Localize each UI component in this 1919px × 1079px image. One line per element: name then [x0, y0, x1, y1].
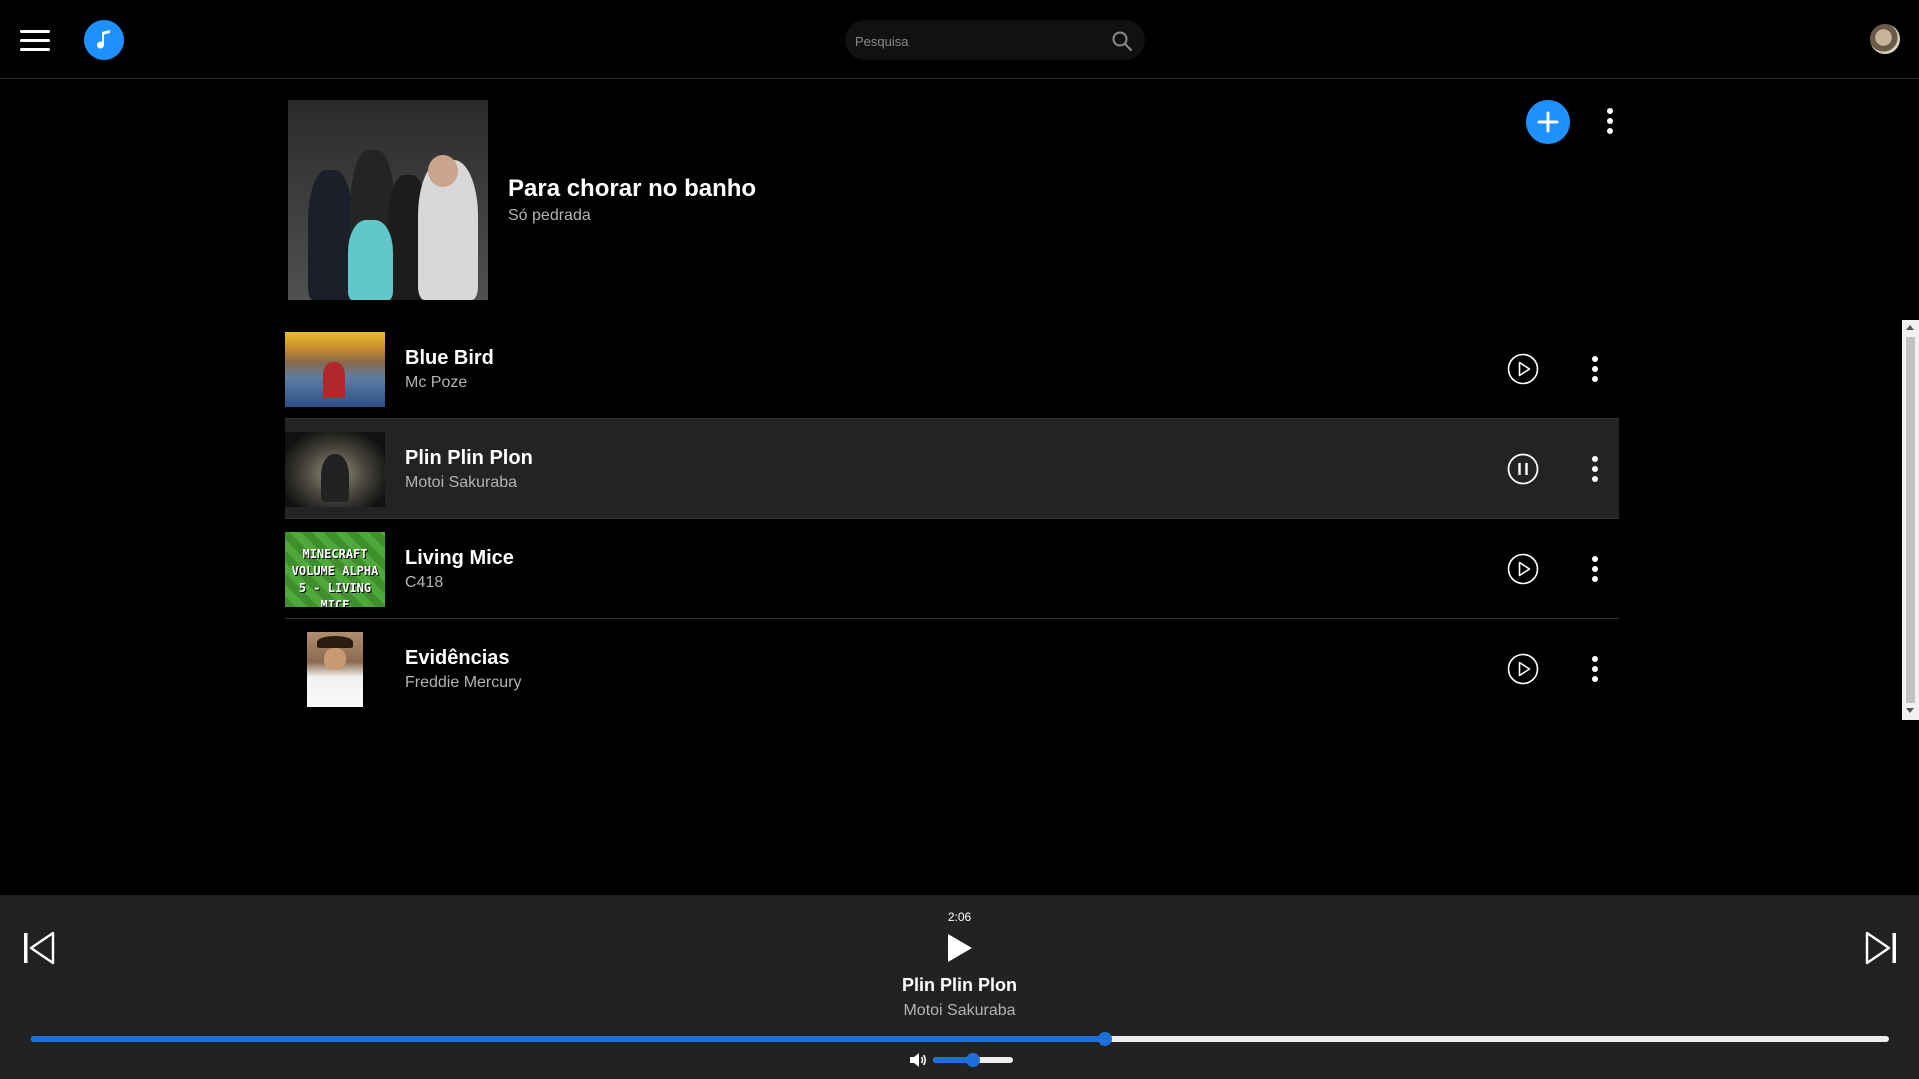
track-more-options-icon[interactable]	[1591, 456, 1599, 482]
track-artist: Freddie Mercury	[405, 674, 522, 691]
search-bar	[845, 20, 1145, 62]
progress-handle[interactable]	[1097, 1032, 1112, 1046]
scroll-down-icon[interactable]	[1906, 708, 1914, 713]
track-artist: C418	[405, 574, 444, 591]
track-row[interactable]: MINECRAFT VOLUME ALPHA 5 - LIVING MICE L…	[285, 519, 1619, 619]
play-icon[interactable]	[945, 932, 975, 964]
playlist-more-options-icon[interactable]	[1606, 108, 1614, 134]
progress-slider[interactable]	[31, 1032, 1889, 1046]
volume-icon[interactable]	[908, 1050, 928, 1070]
playlist-description: Só pedrada	[508, 207, 591, 224]
track-title: Plin Plin Plon	[405, 447, 533, 469]
now-playing-artist: Motoi Sakuraba	[903, 1002, 1016, 1019]
track-row[interactable]: Blue Bird Mc Poze	[285, 319, 1619, 419]
skip-previous-icon[interactable]	[22, 931, 56, 965]
track-row[interactable]: Plin Plin Plon Motoi Sakuraba	[285, 419, 1619, 519]
play-circle-icon[interactable]	[1507, 653, 1539, 685]
top-bar	[0, 0, 1919, 79]
track-artist: Motoi Sakuraba	[405, 474, 518, 491]
hamburger-menu-icon[interactable]	[20, 30, 50, 52]
scrollbar[interactable]	[1902, 320, 1919, 720]
playlist-title: Para chorar no banho	[508, 175, 757, 202]
track-thumbnail	[285, 432, 385, 507]
elapsed-time: 2:06	[947, 910, 972, 924]
track-more-options-icon[interactable]	[1591, 356, 1599, 382]
thumbnail-text: MINECRAFT	[302, 547, 368, 561]
track-thumbnail	[285, 332, 385, 407]
thumbnail-text: 5 - LIVING MICE	[298, 581, 372, 607]
track-title: Living Mice	[405, 547, 514, 569]
track-more-options-icon[interactable]	[1591, 656, 1599, 682]
now-playing-title: Plin Plin Plon	[901, 975, 1017, 995]
track-thumbnail	[285, 632, 385, 707]
scroll-up-icon[interactable]	[1906, 325, 1914, 330]
skip-next-icon[interactable]	[1864, 931, 1898, 965]
track-artist: Mc Poze	[405, 374, 468, 391]
volume-slider[interactable]	[933, 1053, 1013, 1067]
track-thumbnail: MINECRAFT VOLUME ALPHA 5 - LIVING MICE	[285, 532, 385, 607]
track-more-options-icon[interactable]	[1591, 556, 1599, 582]
scrollbar-thumb[interactable]	[1906, 337, 1915, 703]
track-title: Blue Bird	[405, 347, 494, 369]
play-circle-icon[interactable]	[1507, 353, 1539, 385]
music-note-icon[interactable]	[84, 20, 124, 60]
add-button[interactable]	[1526, 100, 1570, 144]
volume-handle[interactable]	[966, 1053, 980, 1067]
thumbnail-text: VOLUME ALPHA	[291, 564, 379, 578]
search-icon[interactable]	[1111, 30, 1133, 52]
player-bar: 2:06 Plin Plin Plon Motoi Sakuraba	[0, 895, 1919, 1079]
track-title: Evidências	[405, 647, 510, 669]
search-input[interactable]	[853, 20, 1097, 62]
progress-fill	[31, 1036, 1105, 1042]
play-circle-icon[interactable]	[1507, 553, 1539, 585]
track-list: Blue Bird Mc Poze Plin Plin Plon Motoi S…	[285, 319, 1619, 719]
playlist-cover-image	[288, 100, 488, 300]
plus-icon	[1537, 111, 1559, 133]
track-row[interactable]: Evidências Freddie Mercury	[285, 619, 1619, 719]
avatar[interactable]	[1870, 24, 1900, 54]
pause-circle-icon[interactable]	[1507, 453, 1539, 485]
